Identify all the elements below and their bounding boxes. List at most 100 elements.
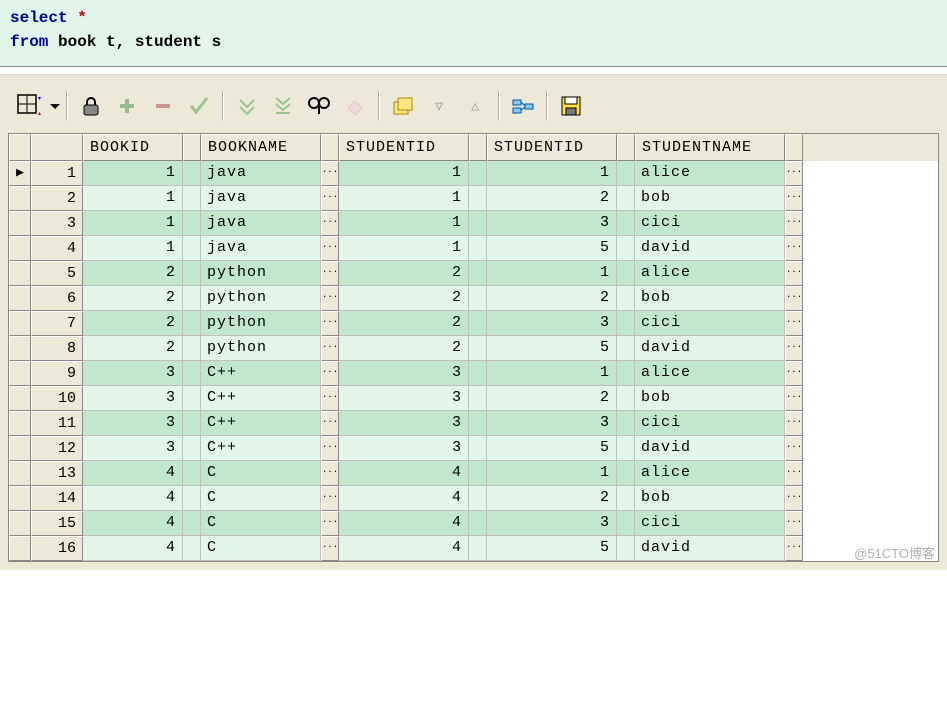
table-row[interactable]: 144C···42bob··· (9, 486, 938, 511)
cell-studentname[interactable]: alice (635, 161, 785, 186)
cell-editor-button[interactable]: ··· (785, 236, 803, 261)
cell-editor-button[interactable]: ··· (785, 511, 803, 536)
cell-bookid[interactable]: 3 (83, 411, 183, 436)
cell-editor-button[interactable]: ··· (321, 361, 339, 386)
column-header[interactable]: BOOKNAME (201, 134, 321, 161)
table-row[interactable]: 123C++···35david··· (9, 436, 938, 461)
cell-editor-button[interactable]: ··· (321, 186, 339, 211)
export-button[interactable] (386, 89, 420, 123)
cell-editor-button[interactable]: ··· (785, 386, 803, 411)
cell-studentname[interactable]: bob (635, 486, 785, 511)
cell-studentid2[interactable]: 2 (487, 486, 617, 511)
cell-editor-button[interactable]: ··· (321, 261, 339, 286)
cell-editor-button[interactable]: ··· (785, 336, 803, 361)
cell-editor-button[interactable]: ··· (321, 336, 339, 361)
column-header[interactable]: STUDENTNAME (635, 134, 785, 161)
table-row[interactable]: 113C++···33cici··· (9, 411, 938, 436)
lock-button[interactable] (74, 89, 108, 123)
cell-studentid2[interactable]: 1 (487, 261, 617, 286)
table-row[interactable]: 52python···21alice··· (9, 261, 938, 286)
cell-editor-button[interactable]: ··· (785, 161, 803, 186)
table-row[interactable]: 82python···25david··· (9, 336, 938, 361)
cell-studentname[interactable]: david (635, 536, 785, 561)
cell-editor-button[interactable]: ··· (321, 161, 339, 186)
cell-studentname[interactable]: cici (635, 511, 785, 536)
cell-studentid2[interactable]: 5 (487, 236, 617, 261)
cell-editor-button[interactable]: ··· (321, 236, 339, 261)
cell-editor-button[interactable]: ··· (321, 411, 339, 436)
clear-button[interactable] (338, 89, 372, 123)
cell-bookid[interactable]: 3 (83, 386, 183, 411)
cell-studentname[interactable]: bob (635, 186, 785, 211)
fetch-page-button[interactable] (230, 89, 264, 123)
cell-bookid[interactable]: 2 (83, 336, 183, 361)
cell-studentid[interactable]: 4 (339, 461, 469, 486)
cell-studentid2[interactable]: 5 (487, 436, 617, 461)
column-header[interactable]: STUDENTID (339, 134, 469, 161)
table-row[interactable]: 62python···22bob··· (9, 286, 938, 311)
cell-editor-button[interactable]: ··· (321, 436, 339, 461)
table-row[interactable]: 134C···41alice··· (9, 461, 938, 486)
table-row[interactable]: 164C···45david··· (9, 536, 938, 561)
cell-bookname[interactable]: python (201, 286, 321, 311)
cell-bookid[interactable]: 4 (83, 511, 183, 536)
cell-studentid2[interactable]: 2 (487, 286, 617, 311)
cell-studentid2[interactable]: 1 (487, 361, 617, 386)
nav-up-button[interactable]: △ (458, 89, 492, 123)
cell-studentid2[interactable]: 2 (487, 186, 617, 211)
table-row[interactable]: 21java···12bob··· (9, 186, 938, 211)
table-row[interactable]: 93C++···31alice··· (9, 361, 938, 386)
column-header[interactable]: BOOKID (83, 134, 183, 161)
cell-studentid[interactable]: 4 (339, 511, 469, 536)
add-record-button[interactable] (110, 89, 144, 123)
cell-studentid[interactable]: 3 (339, 436, 469, 461)
cell-studentid[interactable]: 3 (339, 361, 469, 386)
cell-studentid[interactable]: 3 (339, 386, 469, 411)
cell-bookname[interactable]: C++ (201, 436, 321, 461)
cell-studentid2[interactable]: 2 (487, 386, 617, 411)
table-row[interactable]: 41java···15david··· (9, 236, 938, 261)
cell-editor-button[interactable]: ··· (785, 186, 803, 211)
cell-studentid2[interactable]: 3 (487, 311, 617, 336)
fetch-all-button[interactable] (266, 89, 300, 123)
cell-studentname[interactable]: alice (635, 261, 785, 286)
cell-studentid[interactable]: 1 (339, 211, 469, 236)
cell-editor-button[interactable]: ··· (785, 536, 803, 561)
cell-editor-button[interactable]: ··· (785, 486, 803, 511)
cell-bookname[interactable]: java (201, 236, 321, 261)
cell-bookid[interactable]: 4 (83, 486, 183, 511)
cell-bookid[interactable]: 2 (83, 311, 183, 336)
column-header[interactable]: STUDENTID (487, 134, 617, 161)
cell-studentname[interactable]: cici (635, 411, 785, 436)
cell-studentid[interactable]: 4 (339, 536, 469, 561)
cell-editor-button[interactable]: ··· (321, 486, 339, 511)
sql-editor[interactable]: select * from book t, student s (0, 0, 947, 67)
cell-bookid[interactable]: 1 (83, 161, 183, 186)
cell-editor-button[interactable]: ··· (785, 411, 803, 436)
table-row[interactable]: 103C++···32bob··· (9, 386, 938, 411)
cell-bookname[interactable]: C (201, 536, 321, 561)
table-row[interactable]: ▶11java···11alice··· (9, 161, 938, 186)
commit-button[interactable] (182, 89, 216, 123)
cell-studentname[interactable]: david (635, 336, 785, 361)
cell-studentid[interactable]: 4 (339, 486, 469, 511)
result-grid[interactable]: BOOKID BOOKNAME STUDENTID STUDENTID STUD… (8, 133, 939, 562)
cell-bookid[interactable]: 3 (83, 361, 183, 386)
cell-editor-button[interactable]: ··· (321, 386, 339, 411)
cell-studentid[interactable]: 2 (339, 286, 469, 311)
cell-bookname[interactable]: C (201, 461, 321, 486)
save-button[interactable] (554, 89, 588, 123)
cell-studentid2[interactable]: 5 (487, 336, 617, 361)
cell-editor-button[interactable]: ··· (321, 511, 339, 536)
cell-bookid[interactable]: 4 (83, 536, 183, 561)
cell-bookid[interactable]: 2 (83, 261, 183, 286)
cell-bookname[interactable]: C++ (201, 361, 321, 386)
cell-editor-button[interactable]: ··· (321, 311, 339, 336)
cell-bookname[interactable]: C++ (201, 386, 321, 411)
cell-bookid[interactable]: 4 (83, 461, 183, 486)
cell-bookname[interactable]: python (201, 336, 321, 361)
delete-record-button[interactable] (146, 89, 180, 123)
cell-bookname[interactable]: python (201, 261, 321, 286)
cell-studentid[interactable]: 1 (339, 161, 469, 186)
cell-studentname[interactable]: cici (635, 211, 785, 236)
